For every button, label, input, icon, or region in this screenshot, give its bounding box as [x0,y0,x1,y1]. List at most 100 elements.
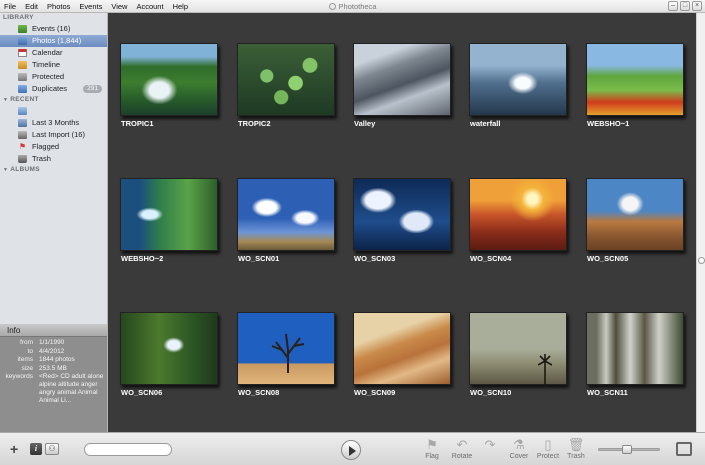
sidebar-item-label: Flagged [32,142,60,151]
sidebar-item-events[interactable]: Events (16) [0,23,107,35]
photo-thumbnail[interactable] [237,43,335,116]
recent-header[interactable]: RECENT [0,95,107,105]
protect-icon: ▯ [544,437,552,452]
add-icon[interactable]: + [10,441,18,457]
sidebar-item-recent-edit[interactable] [0,105,107,117]
info-value: 253.5 MB [39,364,67,372]
scrollbar-thumb[interactable] [698,257,705,264]
info-row-to: to 4/4/2012 [0,348,107,357]
info-row-items: items 1844 photos [0,356,107,365]
photo-thumbnail[interactable] [353,43,451,116]
trash-button[interactable]: 🗑 Trash [562,437,590,460]
sidebar-item-last-3-months[interactable]: Last 3 Months [0,117,107,129]
sidebar-item-label: Calendar [32,48,63,57]
photo-caption: WEBSHO~2 [121,254,164,263]
cover-button[interactable]: ⚗ Cover [505,437,533,460]
photo-caption: TROPIC2 [238,119,271,128]
sidebar-item-label: Duplicates [32,84,68,93]
cover-icon: ⚗ [513,437,525,452]
photo-thumbnail[interactable] [237,178,335,251]
photo-thumbnail[interactable] [353,178,451,251]
sidebar-item-label: Trash [32,154,51,163]
maximize-icon[interactable]: □ [680,1,690,11]
months-icon [18,119,27,127]
photo-grid: TROPIC1 TROPIC2 Valley waterfall WEBSHO~… [108,13,696,432]
window-controls: – □ × [668,1,702,11]
info-key: from [20,339,33,346]
window-title-text: Phototheca [338,2,377,11]
photo-caption: WO_SCN05 [587,254,629,263]
photo-thumbnail[interactable] [469,312,567,386]
zoom-slider-knob[interactable] [622,445,633,454]
info-title: Info [0,324,107,337]
photo-caption: TROPIC1 [121,119,154,128]
sidebar-item-label: Last 3 Months [32,118,80,127]
trash-label: Trash [567,453,585,460]
photo-caption: Valley [354,119,376,128]
photo-thumbnail[interactable] [120,178,218,251]
flag-icon: ⚑ [18,142,27,151]
photo-thumbnail[interactable] [237,312,335,385]
photo-caption: WO_SCN04 [470,254,512,263]
minimize-icon[interactable]: – [668,1,678,11]
sidebar-item-duplicates[interactable]: Duplicates 291 [0,83,107,95]
photo-caption: WO_SCN08 [238,388,280,397]
import-icon [18,131,27,139]
sidebar-item-calendar[interactable]: Calendar [0,47,107,59]
sidebar-item-flagged[interactable]: ⚑ Flagged [0,141,107,153]
sidebar-item-last-import[interactable]: Last Import (16) [0,129,107,141]
slideshow-play-button[interactable] [341,440,361,460]
photo-thumbnail[interactable] [586,312,684,385]
app-logo-icon [328,3,336,10]
photo-thumbnail[interactable] [469,43,567,116]
rotate-right-button[interactable]: ↷ [476,437,504,453]
sidebar-item-label: Photos (1,844) [32,36,82,45]
close-icon[interactable]: × [692,1,702,11]
info-icon[interactable]: i [30,443,42,455]
photo-caption: WO_SCN09 [354,388,396,397]
flag-label: Flag [425,453,439,460]
photo-thumbnail[interactable] [469,178,567,251]
trash-icon [18,155,27,163]
rotate-left-icon: ↶ [456,437,468,452]
photo-thumbnail[interactable] [120,43,218,116]
info-key: keywords [5,373,33,380]
dead-tree-graphic [271,333,305,373]
rotate-left-button[interactable]: ↶ Rotate [448,437,476,460]
trash-icon: 🗑 [567,437,585,452]
info-value: <Red> CD adult alone alpine altitude ang… [39,373,104,404]
title-bar: File Edit Photos Events View Account Hel… [0,0,705,13]
keywords-icon[interactable]: ⚇ [45,443,59,455]
sidebar-item-timeline[interactable]: Timeline [0,59,107,71]
search-input[interactable] [84,443,172,456]
photo-caption: WO_SCN10 [470,388,512,397]
vertical-scrollbar[interactable] [696,13,705,432]
photo-thumbnail[interactable] [353,312,451,385]
sidebar-item-photos[interactable]: Photos (1,844) [0,35,107,47]
fullscreen-icon[interactable] [676,442,692,456]
protect-label: Protect [536,453,560,460]
library-header: LIBRARY [3,14,34,21]
timeline-icon [18,61,27,69]
window-title: Phototheca [0,2,705,11]
cover-label: Cover [509,453,529,460]
protect-button[interactable]: ▯ Protect [534,437,562,460]
photo-caption: WO_SCN01 [238,254,280,263]
photo-thumbnail[interactable] [586,43,684,116]
palm-tree-graphic [538,354,552,386]
sidebar-item-label: Events (16) [32,24,71,33]
photo-caption: WO_SCN03 [354,254,396,263]
info-row-size: size 253.5 MB [0,365,107,374]
flag-button[interactable]: ⚑ Flag [418,437,446,460]
info-value: 1844 photos [39,356,75,363]
photo-thumbnail[interactable] [120,312,218,385]
zoom-slider[interactable] [598,445,660,454]
sidebar-item-trash[interactable]: Trash [0,153,107,165]
duplicates-icon [18,85,27,93]
info-panel: Info from 1/1/1990 to 4/4/2012 items 1844 p… [0,324,108,432]
info-row-from: from 1/1/1990 [0,339,107,348]
albums-header[interactable]: ALBUMS [0,165,107,175]
photo-thumbnail[interactable] [586,178,684,251]
duplicates-count-badge: 291 [83,85,102,93]
sidebar-item-protected[interactable]: Protected [0,71,107,83]
